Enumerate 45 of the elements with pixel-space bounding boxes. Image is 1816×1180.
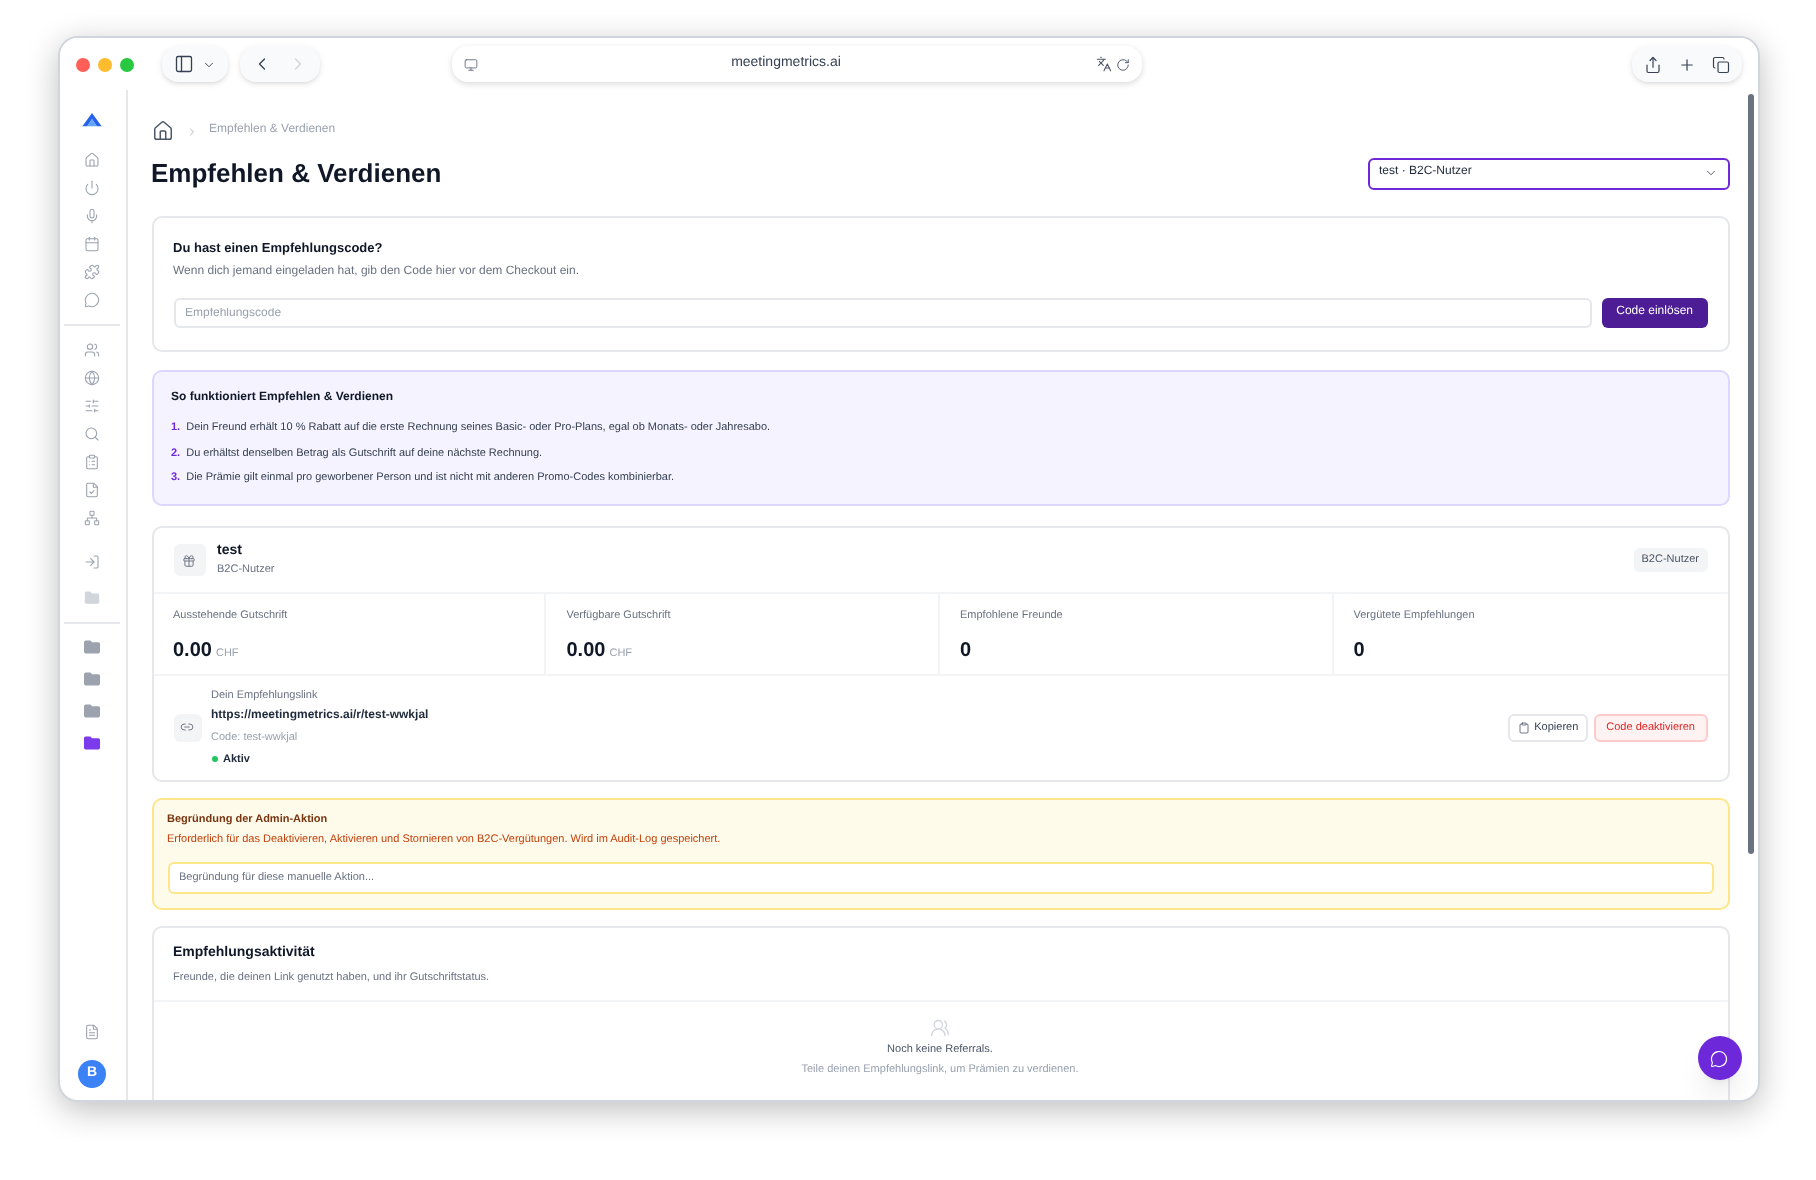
page-icon <box>463 57 477 71</box>
home-icon[interactable] <box>151 120 173 142</box>
translate-icon[interactable] <box>1095 56 1111 72</box>
stat-value: 0.00 <box>566 638 606 667</box>
stat-value: 0 <box>960 638 972 667</box>
users-icon[interactable] <box>84 342 100 358</box>
search-icon[interactable] <box>84 426 100 442</box>
stat-value: 0.00 <box>173 638 212 667</box>
microphone-icon[interactable] <box>84 208 100 224</box>
chat-button[interactable] <box>1697 1036 1741 1080</box>
login-icon[interactable] <box>84 554 100 570</box>
link-icon <box>180 720 194 735</box>
calendar-icon[interactable] <box>84 236 100 252</box>
clipboard-icon <box>1518 721 1531 734</box>
chat-icon <box>1710 1049 1728 1067</box>
folder-icon[interactable] <box>84 736 100 750</box>
users-icon <box>930 1018 950 1038</box>
caret-icon <box>201 57 215 71</box>
minimize-window-button[interactable] <box>97 57 111 71</box>
document-icon[interactable] <box>84 1024 100 1040</box>
chevron-icon <box>185 125 197 137</box>
maximize-window-button[interactable] <box>119 57 133 71</box>
globe-icon[interactable] <box>84 370 100 386</box>
sliders-icon[interactable] <box>84 398 100 414</box>
stat-value: 0 <box>1353 638 1365 667</box>
sidebar-toggle-button[interactable] <box>161 46 227 82</box>
close-window-button[interactable] <box>75 57 89 71</box>
sidebar-icon <box>173 54 193 74</box>
network-icon[interactable] <box>84 510 100 526</box>
document-icon[interactable] <box>84 482 100 498</box>
logo-icon[interactable] <box>80 110 104 128</box>
share-icon[interactable] <box>1643 55 1661 73</box>
clipboard-icon[interactable] <box>84 454 100 470</box>
puzzle-icon[interactable] <box>84 264 100 280</box>
gift-icon <box>182 553 196 567</box>
folder-icon[interactable] <box>84 704 100 718</box>
reload-icon[interactable] <box>1115 57 1129 71</box>
tabs-icon[interactable] <box>1711 55 1729 73</box>
folder-icon[interactable] <box>84 640 100 654</box>
power-icon[interactable] <box>84 180 100 196</box>
caret-icon <box>1703 166 1717 181</box>
page-title: Empfehlen & Verdienen <box>151 156 442 192</box>
new-tab-icon[interactable] <box>1677 55 1695 73</box>
chat-icon[interactable] <box>84 292 100 308</box>
folder-icon[interactable] <box>84 672 100 686</box>
